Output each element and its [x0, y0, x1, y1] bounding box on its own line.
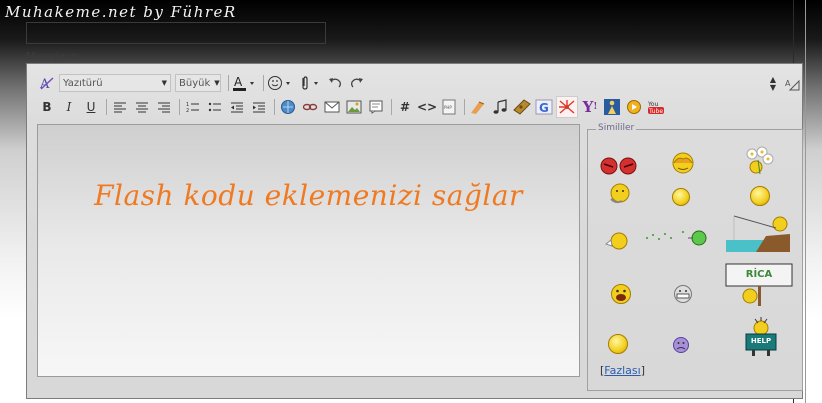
toolbar-row-1: A Yazıtürü ▼ Büyük ▼ A: [37, 73, 369, 93]
undo-icon[interactable]: [325, 73, 345, 93]
font-select[interactable]: Yazıtürü ▼: [59, 74, 171, 92]
svg-text:A: A: [39, 77, 50, 91]
smilies-panel: Simililer RİCA HELP [Fazlası]: [587, 123, 803, 391]
smiley-flowers-icon[interactable]: [742, 146, 776, 179]
svg-text:A: A: [785, 79, 791, 88]
italic-icon[interactable]: I: [59, 97, 79, 117]
redo-icon[interactable]: [347, 73, 367, 93]
music-note-icon[interactable]: [490, 97, 510, 117]
toolbar-separator: [274, 99, 275, 115]
hash-tag-icon[interactable]: #: [395, 97, 415, 117]
media-play-icon[interactable]: [624, 97, 644, 117]
code-icon[interactable]: <>: [417, 97, 437, 117]
editor-resize-controls: ▲ ▼ A: [765, 74, 803, 94]
toolbar-separator: [391, 99, 392, 115]
font-select-value: Yazıtürü: [63, 77, 103, 89]
smiley-smile-icon[interactable]: [672, 188, 690, 206]
smiley-teeth-icon[interactable]: [672, 284, 694, 307]
toolbar-separator: [263, 75, 264, 91]
subject-field-box[interactable]: [26, 22, 326, 44]
smiley-sneeze-icon[interactable]: [644, 226, 708, 251]
resize-arrows-icon[interactable]: ▲ ▼: [765, 74, 781, 94]
svg-text:A: A: [234, 75, 243, 89]
align-center-icon[interactable]: [132, 97, 152, 117]
toolbar-separator: [179, 99, 180, 115]
toolbar-separator: [464, 99, 465, 115]
indent-icon[interactable]: [249, 97, 269, 117]
smiley-help-icon[interactable]: HELP: [744, 316, 778, 359]
chevron-down-icon: ▼: [214, 79, 220, 87]
toolbar-separator: [228, 75, 229, 91]
message-textarea[interactable]: Flash kodu eklemenizi sağlar: [37, 124, 580, 377]
insert-image-icon[interactable]: [344, 97, 364, 117]
rica-sign-text: RİCA: [745, 269, 773, 280]
underline-icon[interactable]: U: [81, 97, 101, 117]
toolbar-row-2: B I U 12 # <> PHP G Y! You Tube: [37, 96, 668, 118]
smiley-laugh-icon[interactable]: [610, 282, 632, 309]
svg-text:Tube: Tube: [648, 108, 663, 115]
smilies-legend: Simililer: [596, 123, 637, 133]
smiley-menu-icon[interactable]: [267, 73, 295, 93]
unordered-list-icon[interactable]: [205, 97, 225, 117]
align-right-icon[interactable]: [154, 97, 174, 117]
smiley-fishing-icon[interactable]: [726, 214, 790, 255]
smiley-happy-icon[interactable]: [608, 334, 628, 354]
smiley-sad-icon[interactable]: [672, 336, 690, 357]
more-smilies-link-wrapper: [Fazlası]: [600, 364, 646, 377]
google-icon[interactable]: G: [534, 97, 554, 117]
smiley-grin-icon[interactable]: [750, 186, 770, 206]
php-code-icon[interactable]: PHP: [439, 97, 459, 117]
size-select[interactable]: Büyük ▼: [175, 74, 221, 92]
svg-text:G: G: [539, 101, 549, 115]
size-select-value: Büyük: [179, 77, 211, 89]
watermark-text: Muhakeme.net by FührеR: [5, 3, 237, 21]
wysiwyg-editor: A Yazıtürü ▼ Büyük ▼ A ▲ ▼ A B I U 1 2 #…: [26, 63, 803, 399]
smiley-mad-icon[interactable]: [600, 156, 638, 179]
ordered-list-icon[interactable]: 12: [183, 97, 203, 117]
switch-mode-icon[interactable]: A: [783, 74, 801, 94]
outdent-icon[interactable]: [227, 97, 247, 117]
help-sign-text: HELP: [750, 337, 772, 345]
svg-text:You: You: [647, 101, 659, 108]
message-label: Mesajınız:: [26, 50, 81, 63]
page-border-line: [805, 0, 806, 403]
bold-icon[interactable]: B: [37, 97, 57, 117]
yahoo-icon[interactable]: Y!: [580, 97, 600, 117]
smiley-rica-sign-icon[interactable]: RİCA: [724, 262, 794, 309]
wikipedia-figure-icon[interactable]: [602, 97, 622, 117]
svg-text:PHP: PHP: [444, 105, 452, 110]
youtube-icon[interactable]: You Tube: [646, 97, 666, 117]
attachment-icon[interactable]: [297, 73, 323, 93]
highlight-icon[interactable]: [468, 97, 488, 117]
align-left-icon[interactable]: [110, 97, 130, 117]
font-color-icon[interactable]: A: [232, 73, 258, 93]
remove-format-icon[interactable]: A: [37, 73, 57, 93]
smiley-wave-icon[interactable]: [604, 230, 630, 255]
smiley-blush-icon[interactable]: [670, 150, 696, 179]
svg-text:2: 2: [186, 108, 189, 113]
unlink-icon[interactable]: [300, 97, 320, 117]
smiley-thinking-icon[interactable]: [608, 182, 634, 209]
flash-icon[interactable]: [556, 96, 578, 118]
more-smilies-link[interactable]: Fazlası: [604, 364, 640, 377]
flash-tooltip-message: Flash kodu eklemenizi sağlar: [94, 179, 523, 212]
video-tape-icon[interactable]: [512, 97, 532, 117]
email-link-icon[interactable]: [322, 97, 342, 117]
toolbar-separator: [106, 99, 107, 115]
insert-link-icon[interactable]: [278, 97, 298, 117]
chevron-down-icon: ▼: [161, 79, 167, 87]
quote-icon[interactable]: [366, 97, 386, 117]
